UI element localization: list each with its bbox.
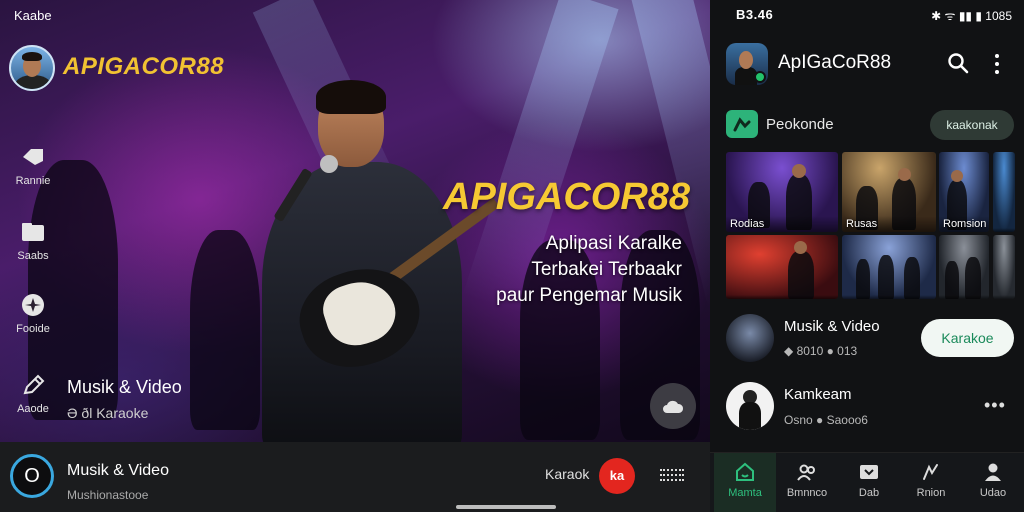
status-label: Kaabe [14,8,52,23]
band-member [190,230,260,430]
side-nav-item-aaode[interactable]: Aaode [8,373,58,415]
singer-hair [316,80,386,114]
section-title: Musik & Video [67,377,182,397]
app-title: ApIGaCoR88 [778,52,892,73]
item-thumbnail[interactable] [726,314,774,362]
nav-label: Mamta [728,487,762,499]
brand-logo-text: APIGACOR88 [63,53,225,80]
home-icon [734,461,756,483]
hero-brand: APIGACOR88 [443,176,691,218]
item-meta: Osno ● Saooo6 [784,413,868,427]
nav-item-home[interactable]: Mamta [714,453,776,512]
tagline-line-3: paur Pengemar Musik [496,285,682,306]
people-icon [796,461,818,483]
section-subtitle: Ə ðl Karaoke [67,405,149,421]
video-tile[interactable]: Rusas [842,152,936,232]
folder-icon [19,220,47,244]
player-subtitle: Mushionastooe [67,488,149,502]
side-nav-item-saabs[interactable]: Saabs [8,220,58,262]
video-tile[interactable] [993,235,1015,299]
sparkle-icon [19,293,47,317]
nav-label: Bmnnco [786,487,828,499]
nav-label: Dab [858,487,880,499]
side-nav-label: Fooide [16,323,50,335]
mini-player[interactable]: O Musik & Video Mushionastooe Karaok ka [0,442,710,512]
tag-icon [19,145,47,169]
recommend-label: Peokonde [766,116,834,133]
item-title: Musik & Video [784,318,880,335]
tagline-line-2: Terbakei Terbaakr [531,259,682,280]
player-logo: O [10,454,54,498]
item-thumbnail[interactable] [726,382,774,430]
nav-label: Rnion [916,487,946,499]
nav-item-profile[interactable]: Udao [962,453,1024,512]
tile-caption: Rusas [842,216,936,232]
tile-caption [993,295,1015,299]
item-meta: ◆ 8010 ● 013 [784,344,858,358]
tile-caption: Rodias [726,216,838,232]
player-title: Musik & Video [67,462,169,479]
app-screen: B3.46 ✱ ᯤ ▮▮ ▮ 1085 ApIGaCoR88 Peokonde … [710,0,1024,512]
tagline-line-1: Aplipasi Karalke [545,233,682,254]
person-icon [982,461,1004,483]
microphone [320,155,338,173]
side-nav-label: Rannie [15,175,51,187]
avatar[interactable] [9,45,55,91]
status-icons: ✱ ᯤ ▮▮ ▮ 1085 [931,9,1012,23]
nav-item-discover[interactable]: Rnion [900,453,962,512]
video-tile[interactable] [939,235,989,299]
home-indicator[interactable] [456,505,556,509]
side-nav-label: Saabs [17,250,49,262]
cloud-icon [663,401,684,414]
karaoke-chip[interactable]: kaakonak [930,110,1014,140]
video-tile[interactable] [726,235,838,299]
status-time: B3.46 [736,7,774,22]
bottom-nav: Mamta Bmnnco Dab Rnion Udao [710,452,1024,512]
app-icon[interactable] [726,43,768,85]
screen: Kaabe APIGACOR88 Rannie Saabs Fooide Aao… [0,0,1024,512]
tile-caption [939,295,989,299]
side-nav-item-fooide[interactable]: Fooide [8,293,58,335]
more-vert-icon[interactable] [994,52,1000,74]
hero-panel: Kaabe APIGACOR88 Rannie Saabs Fooide Aao… [0,0,710,512]
tile-caption [842,295,936,299]
side-nav-item-rannie[interactable]: Rannie [8,145,58,187]
karaoke-button[interactable]: Karakoe [921,319,1014,357]
tile-caption [726,295,838,299]
video-tile[interactable]: Romsion [939,152,989,232]
video-tile[interactable] [993,152,1015,232]
video-tile[interactable] [842,235,936,299]
inbox-icon [858,461,880,483]
tile-caption [993,228,1015,232]
tile-caption: Romsion [939,216,989,232]
edit-icon [19,373,47,397]
nav-item-inbox[interactable]: Dab [838,453,900,512]
player-label: Karaok [545,466,590,482]
recommend-icon [726,110,758,138]
side-nav-label: Aaode [17,403,49,415]
record-button[interactable]: ka [599,458,635,494]
video-tile[interactable]: Rodias [726,152,838,232]
nav-label: Udao [979,487,1007,499]
item-more-icon[interactable]: ••• [984,395,1006,416]
cloud-button[interactable] [650,383,696,429]
search-icon[interactable] [947,52,969,74]
discover-icon [920,461,942,483]
item-title: Kamkeam [784,386,852,403]
queue-menu-icon[interactable] [660,466,684,484]
nav-item-community[interactable]: Bmnnco [776,453,838,512]
